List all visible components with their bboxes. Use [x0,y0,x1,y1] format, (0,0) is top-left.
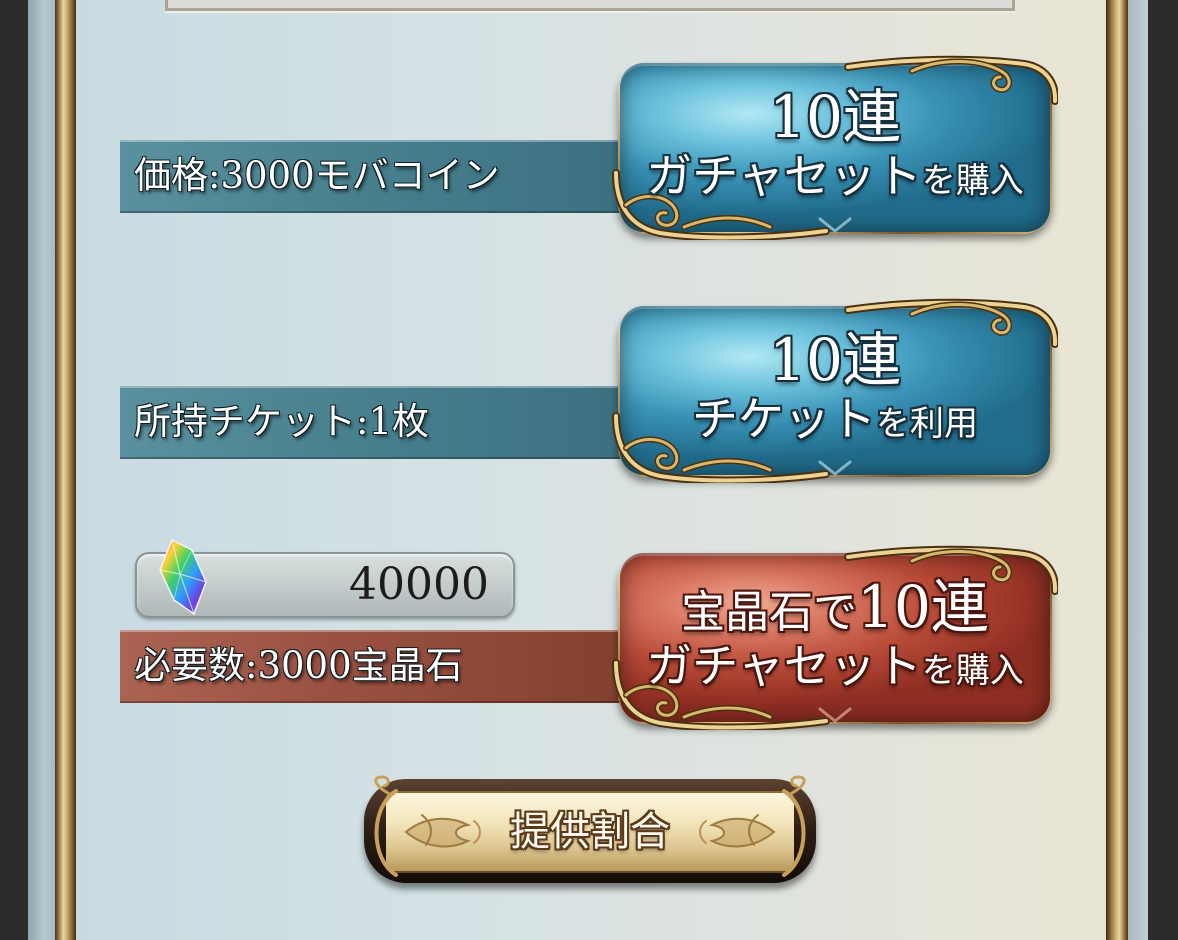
left-gold-frame [55,0,76,940]
button-action-suffix: を購入 [921,161,1024,201]
buy-10-draw-set-with-crystals-button[interactable]: 宝晶石で10連 ガチャセットを購入 [612,545,1058,730]
right-gold-frame [1106,0,1128,940]
button-currency-prefix: 宝晶石で [681,587,858,638]
crystal-icon [159,538,207,616]
upper-content-box-edge [165,0,1015,11]
button-count-label: 10連 [769,326,901,394]
crystal-balance-value: 40000 [349,559,489,610]
coin-price-label: 価格:3000モバコイン [120,140,620,213]
button-action-suffix: を利用 [876,404,978,444]
button-action-main: チケット [692,392,876,446]
button-count-label: 10連 [769,83,901,151]
button-action-label: ガチャセットを購入 [612,149,1058,208]
buy-10-draw-set-button[interactable]: 10連 ガチャセットを購入 [612,55,1058,240]
button-action-label: チケットを利用 [612,392,1058,451]
button-count-label: 宝晶石で10連 [612,575,1058,645]
use-10-draw-ticket-button[interactable]: 10連 チケットを利用 [612,298,1058,483]
button-action-main: ガチャセット [646,639,922,693]
button-action-label: ガチャセットを購入 [612,639,1058,698]
crystal-cost-label: 必要数:3000宝晶石 [120,630,620,703]
button-count-main: 10連 [857,573,989,641]
left-side-strip [28,0,55,940]
ticket-count-label: 所持チケット:1枚 [120,386,620,459]
drop-rates-button[interactable]: 提供割合 [362,775,818,890]
right-side-strip [1128,0,1148,940]
rates-button-label: 提供割合 [510,809,670,855]
button-action-suffix: を購入 [921,651,1024,691]
button-action-main: ガチャセット [646,149,922,203]
